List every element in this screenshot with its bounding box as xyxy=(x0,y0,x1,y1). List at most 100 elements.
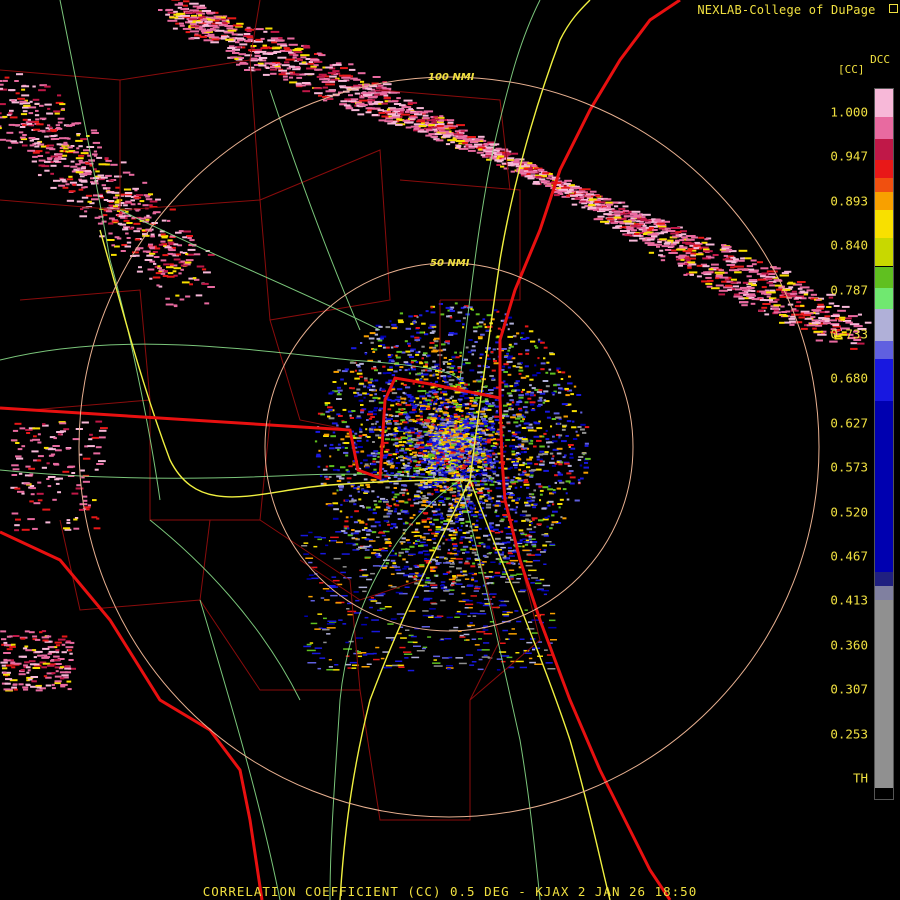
echo-pixel xyxy=(521,388,525,391)
echo-pixel xyxy=(850,347,858,350)
echo-pixel xyxy=(27,120,35,123)
echo-pixel xyxy=(75,487,84,490)
echo-pixel xyxy=(73,527,80,530)
echo-pixel xyxy=(635,214,643,217)
echo-pixel xyxy=(126,222,133,224)
echo-pixel xyxy=(340,530,346,533)
echo-pixel xyxy=(23,482,31,485)
echo-pixel xyxy=(18,683,24,686)
echo-pixel xyxy=(543,390,549,393)
echo-pixel xyxy=(734,265,744,268)
echo-pixel xyxy=(448,126,456,129)
radar-map[interactable] xyxy=(0,0,900,900)
echo-pixel xyxy=(667,239,674,242)
echo-pixel xyxy=(4,682,11,685)
echo-pixel xyxy=(421,461,427,464)
echo-pixel xyxy=(740,257,745,260)
echo-pixel xyxy=(439,397,442,400)
echo-pixel xyxy=(416,316,419,319)
echo-pixel xyxy=(65,150,69,153)
echo-pixel xyxy=(19,100,27,103)
echo-pixel xyxy=(556,447,563,450)
echo-pixel xyxy=(93,150,98,153)
echo-pixel xyxy=(408,116,418,119)
echo-pixel xyxy=(514,520,518,523)
echo-pixel xyxy=(407,368,411,371)
echo-pixel xyxy=(524,411,529,414)
echo-pixel xyxy=(11,666,16,669)
echo-pixel xyxy=(511,152,519,155)
echo-pixel xyxy=(819,320,825,323)
echo-pixel xyxy=(62,186,69,189)
echo-pixel xyxy=(282,75,288,78)
echo-pixel xyxy=(286,67,292,70)
echo-pixel xyxy=(278,37,283,39)
echo-pixel xyxy=(416,120,426,123)
echo-pixel xyxy=(430,311,436,314)
echo-pixel xyxy=(281,71,286,74)
echo-pixel xyxy=(364,379,368,382)
echo-pixel xyxy=(246,26,251,29)
echo-pixel xyxy=(779,295,787,298)
echo-pixel xyxy=(472,562,476,565)
echo-pixel xyxy=(559,461,562,464)
echo-pixel xyxy=(98,163,107,166)
echo-pixel xyxy=(493,360,498,362)
echo-pixel xyxy=(10,439,18,442)
echo-pixel xyxy=(56,431,64,433)
echo-pixel xyxy=(725,284,733,287)
echo-pixel xyxy=(81,421,89,424)
echo-pixel xyxy=(265,67,270,69)
echo-pixel xyxy=(316,75,326,78)
echo-pixel xyxy=(629,239,638,242)
echo-pixel xyxy=(27,669,31,672)
echo-pixel xyxy=(262,46,270,49)
echo-pixel xyxy=(812,321,821,324)
echo-pixel xyxy=(32,98,40,101)
echo-pixel xyxy=(356,440,362,442)
echo-pixel xyxy=(79,215,88,218)
echo-pixel xyxy=(348,94,354,97)
echo-pixel xyxy=(42,639,49,642)
echo-pixel xyxy=(348,63,354,66)
echo-pixel xyxy=(330,391,335,394)
echo-pixel xyxy=(346,432,350,435)
echo-pixel xyxy=(803,293,809,296)
echo-pixel xyxy=(428,124,435,127)
echo-pixel xyxy=(833,305,840,307)
echo-pixel xyxy=(522,406,528,409)
echo-pixel xyxy=(363,396,366,399)
echo-pixel xyxy=(48,454,54,457)
echo-pixel xyxy=(79,175,85,178)
echo-pixel xyxy=(527,162,533,165)
echo-pixel xyxy=(545,371,549,374)
echo-pixel xyxy=(360,80,365,83)
echo-pixel xyxy=(439,517,445,520)
echo-pixel xyxy=(66,521,71,524)
echo-pixel xyxy=(45,521,51,524)
echo-pixel xyxy=(372,460,376,463)
echo-pixel xyxy=(428,413,434,416)
echo-pixel xyxy=(373,101,384,104)
echo-pixel xyxy=(371,490,375,493)
echo-pixel xyxy=(518,396,524,399)
echo-pixel xyxy=(369,394,373,397)
echo-pixel xyxy=(204,302,210,305)
echo-pixel xyxy=(1,664,6,667)
echo-pixel xyxy=(496,479,503,482)
echo-pixel xyxy=(488,389,494,391)
echo-pixel xyxy=(413,127,420,130)
echo-pixel xyxy=(508,343,512,346)
echo-pixel xyxy=(476,151,484,154)
echo-pixel xyxy=(50,138,55,141)
echo-pixel xyxy=(351,347,357,350)
echo-pixel xyxy=(345,499,349,502)
echo-pixel xyxy=(534,463,539,466)
echo-pixel xyxy=(61,107,65,110)
echo-pixel xyxy=(518,394,524,397)
echo-pixel xyxy=(138,266,142,269)
echo-pixel xyxy=(733,295,743,298)
echo-pixel xyxy=(153,262,157,265)
echo-pixel xyxy=(498,562,501,565)
echo-pixel xyxy=(342,408,347,411)
